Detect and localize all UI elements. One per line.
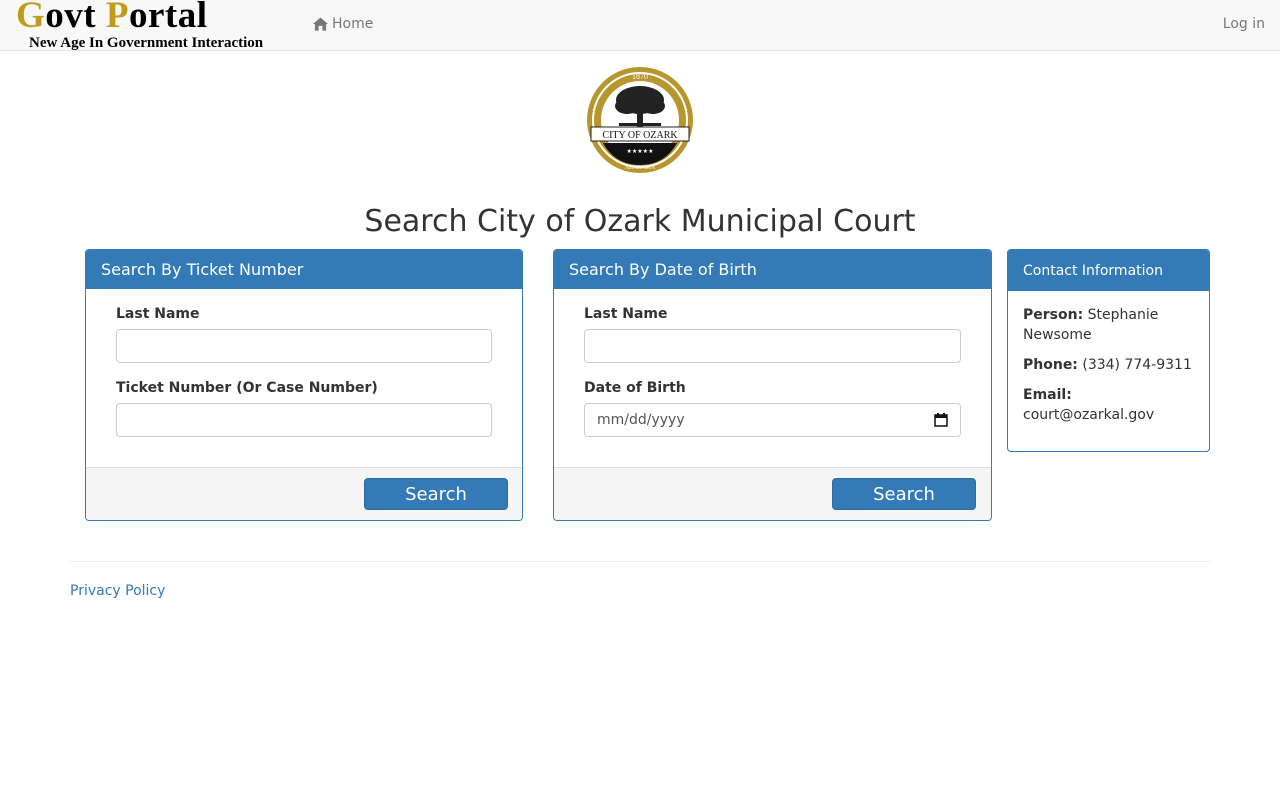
nav-home-label: Home: [332, 16, 374, 32]
dob-last-name-input[interactable]: [584, 329, 961, 363]
brand-text-ortal: ortal: [128, 0, 208, 36]
calendar-icon[interactable]: [934, 413, 948, 427]
seal-year: 1870: [632, 72, 648, 81]
brand-letter-p: P: [105, 0, 129, 36]
dob-date-placeholder: mm/dd/yyyy: [597, 412, 685, 428]
ticket-last-name-input[interactable]: [116, 329, 492, 363]
ticket-panel-footer: Search: [86, 467, 522, 520]
seal-stars: ★★★★★: [627, 148, 654, 155]
contact-email: Email: court@ozarkal.gov: [1023, 385, 1194, 425]
ticket-panel-heading: Search By Ticket Number: [86, 250, 522, 289]
dob-panel-heading: Search By Date of Birth: [554, 250, 991, 289]
dob-date-input[interactable]: mm/dd/yyyy: [584, 403, 961, 437]
contact-person-label: Person:: [1023, 307, 1084, 323]
dob-panel-footer: Search: [554, 467, 991, 520]
contact-panel-heading: Contact Information: [1008, 250, 1209, 291]
dob-last-name-label: Last Name: [584, 306, 668, 322]
footer-divider: [70, 561, 1210, 562]
contact-panel-body: Person: Stephanie Newsome Phone: (334) 7…: [1008, 291, 1209, 449]
navbar: Govt Portal New Age In Government Intera…: [0, 0, 1280, 51]
seal-city-name: CITY OF OZARK: [602, 130, 678, 141]
contact-phone-label: Phone:: [1023, 357, 1078, 373]
dob-panel-body: Last Name Date of Birth mm/dd/yyyy: [554, 289, 991, 469]
brand-letter-g: G: [16, 0, 46, 36]
dob-label: Date of Birth: [584, 380, 686, 396]
dob-search-button[interactable]: Search: [832, 478, 976, 510]
contact-person: Person: Stephanie Newsome: [1023, 305, 1194, 345]
city-seal-icon: 1870 CITY OF OZARK ★★★★★ ALABAMA: [587, 67, 693, 173]
ticket-search-button[interactable]: Search: [364, 478, 508, 510]
ticket-number-label: Ticket Number (Or Case Number): [116, 380, 378, 396]
login-link[interactable]: Log in: [1223, 16, 1265, 32]
seal-state: ALABAMA: [625, 165, 656, 171]
brand-text-ovt: ovt: [45, 0, 106, 36]
ticket-number-input[interactable]: [116, 403, 492, 437]
contact-phone-value: (334) 774-9311: [1082, 357, 1192, 373]
contact-phone: Phone: (334) 774-9311: [1023, 355, 1194, 375]
brand-title: Govt Portal: [16, 0, 263, 35]
privacy-policy-link[interactable]: Privacy Policy: [70, 583, 165, 599]
brand-logo[interactable]: Govt Portal New Age In Government Intera…: [16, 0, 263, 51]
page-title: Search City of Ozark Municipal Court: [364, 204, 916, 239]
nav-home-link[interactable]: Home: [313, 16, 373, 32]
ticket-panel-body: Last Name Ticket Number (Or Case Number): [86, 289, 522, 469]
ticket-search-panel: Search By Ticket Number Last Name Ticket…: [85, 249, 523, 521]
home-icon: [313, 17, 328, 31]
dob-search-panel: Search By Date of Birth Last Name Date o…: [553, 249, 992, 521]
ticket-last-name-label: Last Name: [116, 306, 200, 322]
contact-email-label: Email:: [1023, 387, 1072, 403]
contact-panel: Contact Information Person: Stephanie Ne…: [1007, 249, 1210, 452]
contact-email-value: court@ozarkal.gov: [1023, 407, 1155, 423]
brand-tagline: New Age In Government Interaction: [29, 35, 264, 51]
